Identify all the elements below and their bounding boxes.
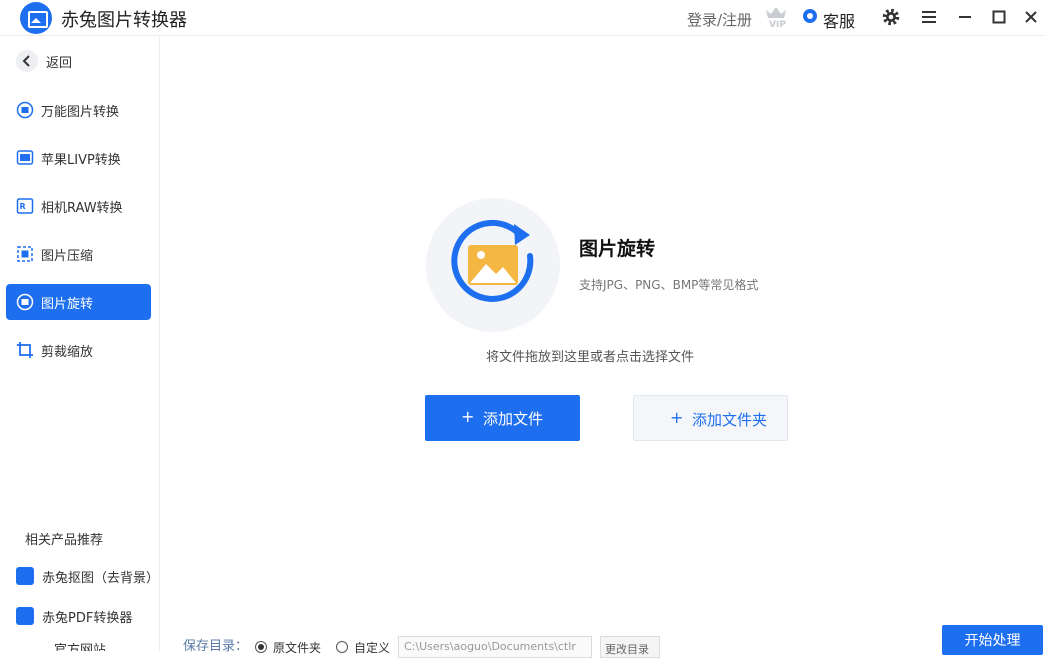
radio-original-label[interactable]: 原文件夹 [273,639,321,656]
add-file-button[interactable]: + 添加文件 [425,395,580,441]
minimize-icon[interactable] [954,6,976,28]
livp-icon [16,150,34,165]
feature-subtitle: 支持JPG、PNG、BMP等常见格式 [579,278,759,292]
rotate-image-icon [451,219,534,302]
sidebar-item-label: 万能图片转换 [41,105,120,120]
add-folder-button[interactable]: + 添加文件夹 [633,395,788,441]
svg-text:R: R [20,202,26,211]
add-folder-label: 添加文件夹 [692,411,768,429]
raw-icon: R [16,198,34,214]
title-bar: 赤兔图片转换器 登录/注册 VIP 客服 [0,0,1045,36]
crop-icon [17,342,33,358]
plus-icon: + [461,407,475,426]
rotate-icon [16,293,34,311]
login-register-link[interactable]: 登录/注册 [687,9,752,30]
maximize-icon[interactable] [988,6,1010,28]
app-title: 赤兔图片转换器 [61,10,187,31]
radio-custom-label[interactable]: 自定义 [354,639,390,656]
back-icon [16,50,38,72]
customer-service-icon[interactable] [803,9,817,23]
customer-service-label[interactable]: 客服 [823,8,855,32]
official-site-link[interactable]: 官方网站 [54,643,106,651]
output-path-field[interactable]: C:\Users\aoguo\Documents\ctlr [398,636,592,658]
app-logo-icon [20,2,52,34]
sidebar-item-label: 相机RAW转换 [41,201,123,216]
sidebar: 返回 万能图片转换 苹果LIVP转换 R 相机RAW转换 图片压缩 图片旋转 剪… [0,37,160,651]
recommend-item-label: 赤兔PDF转换器 [42,611,133,626]
plus-icon: + [670,408,684,427]
radio-original-folder[interactable] [255,641,267,653]
sidebar-item-raw[interactable]: R 相机RAW转换 [6,188,151,224]
main-panel: 图片旋转 支持JPG、PNG、BMP等常见格式 将文件拖放到这里或者点击选择文件… [161,37,1045,658]
svg-text:VIP: VIP [769,20,786,29]
sidebar-item-label: 剪裁缩放 [41,345,94,360]
gear-icon[interactable] [880,6,902,28]
sidebar-item-rotate[interactable]: 图片旋转 [6,284,151,320]
menu-icon[interactable] [918,6,940,28]
sidebar-item-livp[interactable]: 苹果LIVP转换 [6,140,151,176]
sidebar-item-label: 苹果LIVP转换 [41,153,121,168]
compress-icon [17,246,33,262]
eraser-icon [16,567,34,585]
save-dir-label: 保存目录： [183,639,249,654]
drop-hint[interactable]: 将文件拖放到这里或者点击选择文件 [486,346,694,365]
close-icon[interactable] [1020,6,1042,28]
change-dir-button[interactable]: 更改目录 [600,636,660,658]
radio-custom-folder[interactable] [336,641,348,653]
add-file-label: 添加文件 [483,410,544,428]
recommend-item-label: 赤兔抠图（去背景） [42,571,160,586]
back-label: 返回 [46,56,73,71]
pdf-icon [16,607,34,625]
sidebar-item-label: 图片旋转 [41,297,94,312]
recommend-title: 相关产品推荐 [25,533,104,548]
feature-illustration [426,198,560,332]
sidebar-item-universal-convert[interactable]: 万能图片转换 [6,92,151,128]
sidebar-item-label: 图片压缩 [41,249,94,264]
image-convert-icon [16,101,34,119]
sidebar-item-crop[interactable]: 剪裁缩放 [6,332,151,368]
vip-crown-icon[interactable]: VIP [763,3,789,29]
sidebar-item-compress[interactable]: 图片压缩 [6,236,151,272]
feature-title: 图片旋转 [579,238,656,260]
